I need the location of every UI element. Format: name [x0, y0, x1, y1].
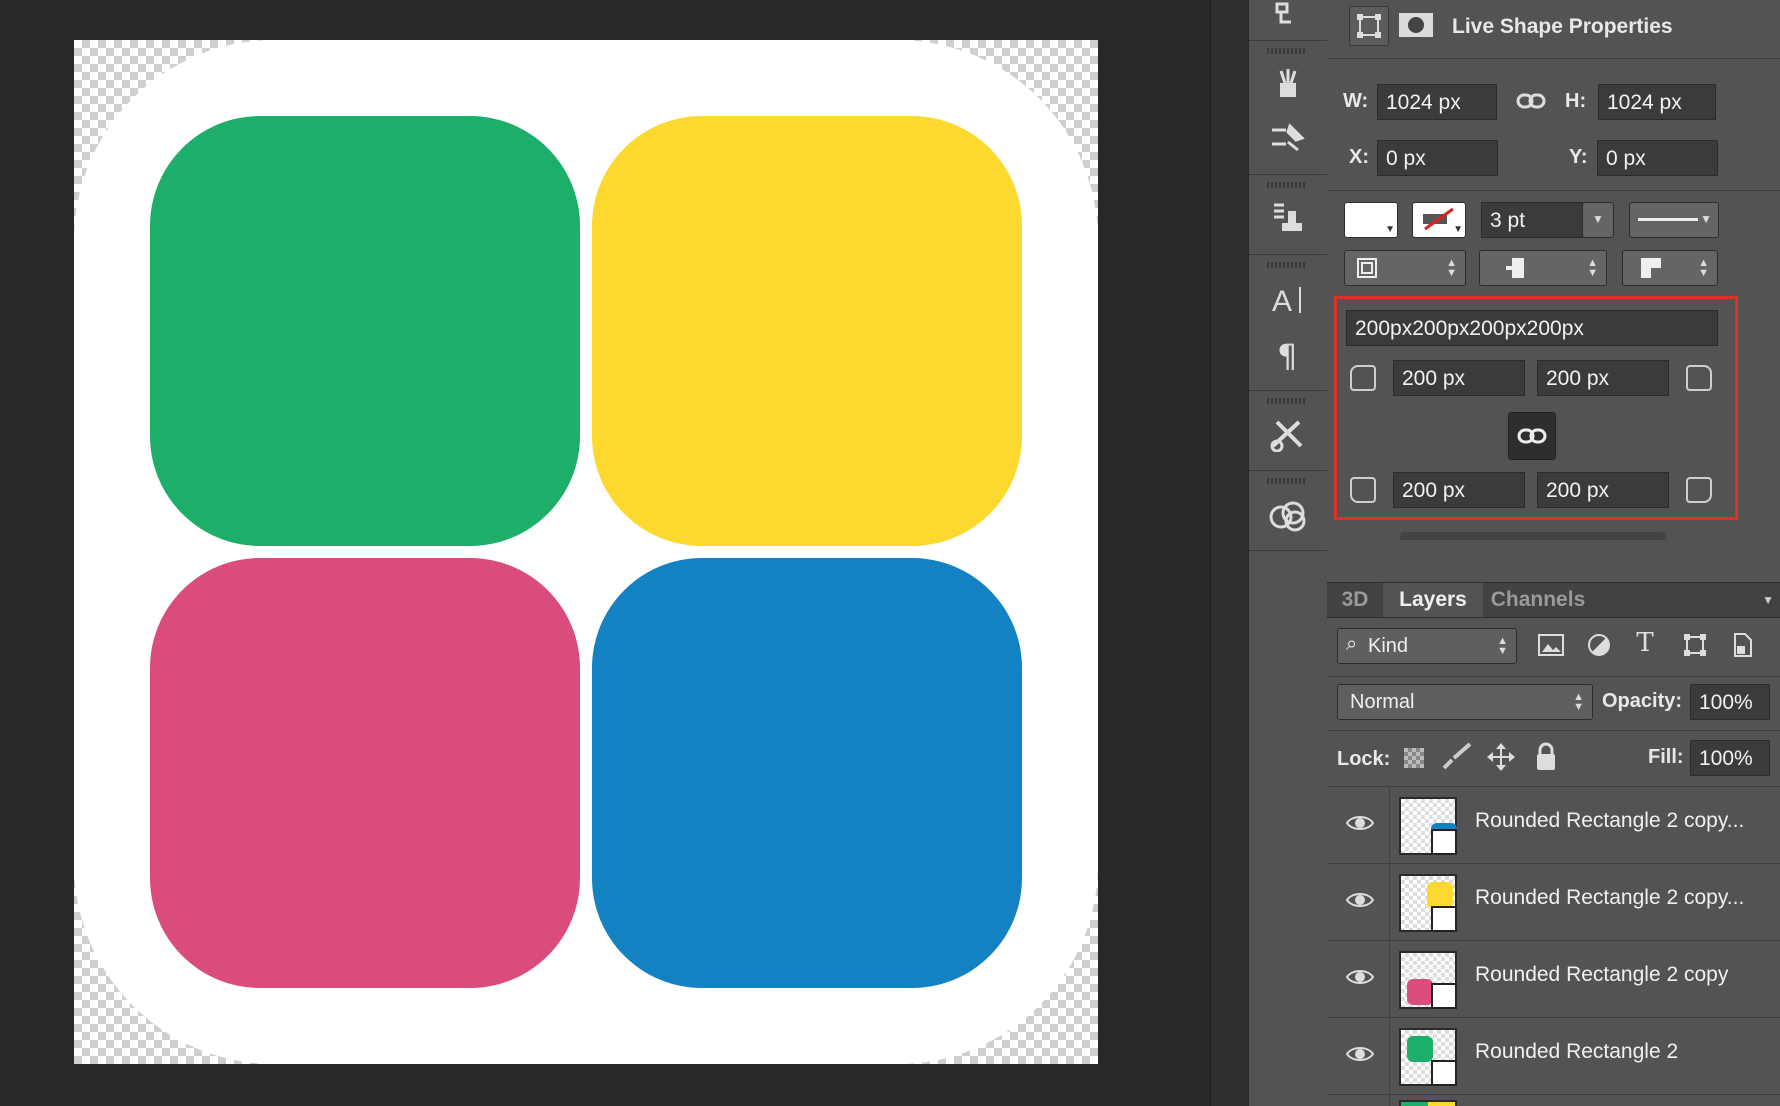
- fill-field[interactable]: 100%: [1690, 740, 1770, 776]
- layer-name[interactable]: Rounded Rectangle 2 copy...: [1475, 886, 1744, 910]
- search-icon: ⌕: [1346, 633, 1358, 655]
- shape-layer-badge-icon: [1431, 906, 1457, 932]
- layer-thumbnail: [1399, 951, 1457, 1009]
- up-down-icon: ▲ ▼: [1698, 257, 1709, 279]
- paragraph-icon[interactable]: ¶: [1263, 332, 1313, 376]
- document-canvas[interactable]: [0, 0, 1210, 1106]
- layers-tab-bar: 3D Layers Channels ▼: [1327, 582, 1780, 618]
- layer-thumbnail: [1399, 874, 1457, 932]
- x-field[interactable]: 0 px: [1377, 140, 1498, 176]
- svg-text:A: A: [1272, 285, 1292, 317]
- layer-row[interactable]: Rounded Rectangle 2 copy...: [1327, 787, 1780, 864]
- pixel-layer-filter-icon[interactable]: [1534, 628, 1568, 662]
- visibility-eye-icon[interactable]: [1345, 888, 1375, 912]
- history-icon[interactable]: [1263, 0, 1313, 36]
- panel-icon-strip: A ¶: [1248, 0, 1328, 1106]
- layer-name[interactable]: Rounded Rectangle 2 copy: [1475, 963, 1728, 987]
- width-field[interactable]: 1024 px: [1377, 84, 1497, 120]
- fill-swatch-dropdown[interactable]: ▼: [1344, 202, 1398, 238]
- creative-cloud-icon[interactable]: [1263, 494, 1313, 538]
- layer-thumbnail: [1399, 1028, 1457, 1086]
- panel-dock-gutter: [1210, 0, 1249, 1106]
- shape-layer-filter-icon[interactable]: [1678, 628, 1712, 662]
- artboard[interactable]: [74, 40, 1098, 1064]
- lock-label: Lock:: [1337, 748, 1391, 770]
- filter-kind-dropdown[interactable]: ⌕ Kind ▲ ▼: [1337, 628, 1517, 664]
- brush-settings-icon[interactable]: [1263, 116, 1313, 160]
- tab-layers[interactable]: Layers: [1383, 583, 1483, 617]
- chevron-down-icon: ▼: [1385, 224, 1395, 235]
- properties-title: Live Shape Properties: [1452, 15, 1673, 38]
- height-label: H:: [1565, 90, 1587, 112]
- blue-tile[interactable]: [592, 558, 1022, 988]
- panel-menu-icon[interactable]: ▼: [1762, 593, 1774, 607]
- stroke-width-field[interactable]: 3 pt: [1481, 202, 1583, 238]
- layer-row-partial[interactable]: [1327, 1095, 1780, 1106]
- layer-row[interactable]: Rounded Rectangle 2: [1327, 1018, 1780, 1095]
- lock-transparent-icon[interactable]: [1404, 748, 1424, 768]
- corner-radius-highlight: [1334, 296, 1738, 520]
- tab-channels[interactable]: Channels: [1483, 583, 1593, 617]
- x-label: X:: [1349, 146, 1369, 168]
- up-down-icon: ▲ ▼: [1497, 635, 1508, 657]
- tab-3d[interactable]: 3D: [1327, 583, 1383, 617]
- chevron-down-icon: ▼: [1453, 224, 1463, 235]
- panel-scroll-tabs: [1400, 532, 1666, 540]
- layer-name[interactable]: Rounded Rectangle 2 copy...: [1475, 809, 1744, 833]
- visibility-eye-icon[interactable]: [1345, 1042, 1375, 1066]
- visibility-eye-icon[interactable]: [1345, 965, 1375, 989]
- width-label: W:: [1343, 90, 1369, 112]
- filter-kind-label: Kind: [1368, 635, 1409, 657]
- character-icon[interactable]: A: [1263, 278, 1313, 322]
- y-field[interactable]: 0 px: [1597, 140, 1718, 176]
- adjustment-layer-filter-icon[interactable]: [1582, 628, 1616, 662]
- layer-thumbnail: [1399, 797, 1457, 855]
- stroke-width-dropdown[interactable]: ▼: [1582, 202, 1614, 238]
- opacity-label: Opacity:: [1602, 690, 1683, 712]
- layer-thumbnail: [1399, 1100, 1457, 1106]
- type-layer-filter-icon[interactable]: T: [1628, 626, 1662, 660]
- shape-layer-badge-icon: [1431, 829, 1457, 855]
- blend-mode-value: Normal: [1350, 691, 1415, 713]
- layer-row[interactable]: Rounded Rectangle 2 copy...: [1327, 864, 1780, 941]
- lock-pixels-icon[interactable]: [1440, 742, 1474, 777]
- green-tile[interactable]: [150, 116, 580, 546]
- height-field[interactable]: 1024 px: [1598, 84, 1716, 120]
- stroke-align-dropdown[interactable]: ▲ ▼: [1344, 250, 1466, 286]
- stroke-caps-dropdown[interactable]: ▲ ▼: [1479, 250, 1607, 286]
- layer-row[interactable]: Rounded Rectangle 2 copy: [1327, 941, 1780, 1018]
- clone-source-icon[interactable]: [1263, 196, 1313, 240]
- smart-object-filter-icon[interactable]: [1726, 628, 1760, 662]
- yellow-tile[interactable]: [592, 116, 1022, 546]
- svg-text:¶: ¶: [1277, 337, 1297, 371]
- opacity-field[interactable]: 100%: [1690, 684, 1770, 720]
- link-dimensions-icon[interactable]: [1516, 90, 1546, 117]
- lock-all-icon[interactable]: [1534, 742, 1558, 777]
- visibility-eye-icon[interactable]: [1345, 811, 1375, 835]
- blend-mode-dropdown[interactable]: Normal ▲ ▼: [1337, 684, 1593, 720]
- up-down-icon: ▲ ▼: [1573, 691, 1584, 713]
- mask-properties-icon[interactable]: [1397, 6, 1435, 44]
- shape-properties-icon[interactable]: [1349, 6, 1389, 46]
- lock-position-icon[interactable]: [1486, 742, 1516, 777]
- layer-name[interactable]: Rounded Rectangle 2: [1475, 1040, 1678, 1064]
- y-label: Y:: [1569, 146, 1588, 168]
- stroke-corners-dropdown[interactable]: ▲ ▼: [1622, 250, 1718, 286]
- stroke-swatch-dropdown[interactable]: ▼: [1412, 202, 1466, 238]
- up-down-icon: ▲ ▼: [1587, 257, 1598, 279]
- brush-presets-icon[interactable]: [1263, 62, 1313, 106]
- chevron-down-icon: ▼: [1592, 212, 1604, 226]
- stroke-type-dropdown[interactable]: ▼: [1629, 202, 1719, 238]
- fill-label: Fill:: [1648, 746, 1684, 768]
- shape-layer-badge-icon: [1431, 1060, 1457, 1086]
- shape-layer-badge-icon: [1431, 983, 1457, 1009]
- tool-presets-icon[interactable]: [1263, 412, 1313, 456]
- pink-tile[interactable]: [150, 558, 580, 988]
- chevron-down-icon: ▼: [1700, 212, 1712, 226]
- up-down-icon: ▲ ▼: [1446, 257, 1457, 279]
